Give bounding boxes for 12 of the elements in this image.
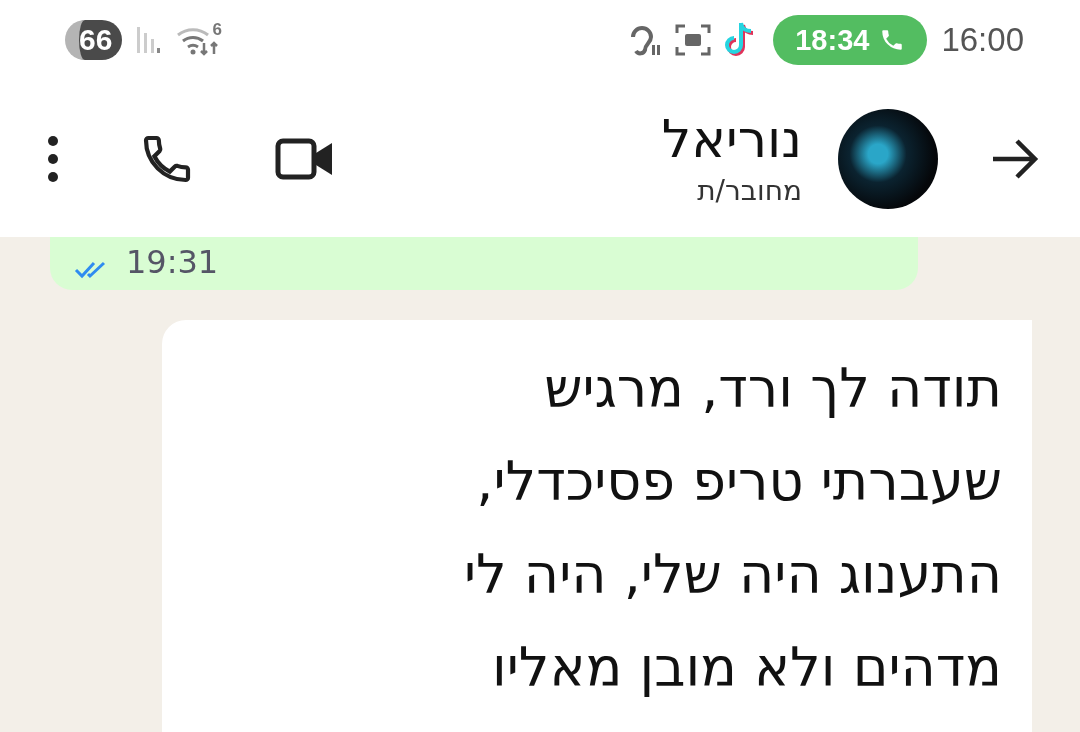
call-timer-pill[interactable]: 18:34 [773, 15, 928, 65]
wifi-standard-label: 6 [212, 20, 222, 40]
back-arrow-icon[interactable] [990, 136, 1040, 181]
message-text: תודה לך ורד, מרגיש שעברתי טריפ פסיכדלי, התענוג היה שלי, היה לי מדהים ולא מובן מאליו [462, 356, 1002, 701]
clock: 16:00 [941, 21, 1024, 59]
contact-name: נוריאל [661, 107, 802, 171]
message-time: 19:31 [126, 244, 219, 280]
signal-icon [136, 25, 163, 55]
battery-indicator: 66 [65, 20, 123, 60]
menu-icon[interactable] [45, 134, 61, 183]
contact-status: מחובר/ת [697, 172, 802, 209]
screenshot-icon [675, 23, 712, 57]
